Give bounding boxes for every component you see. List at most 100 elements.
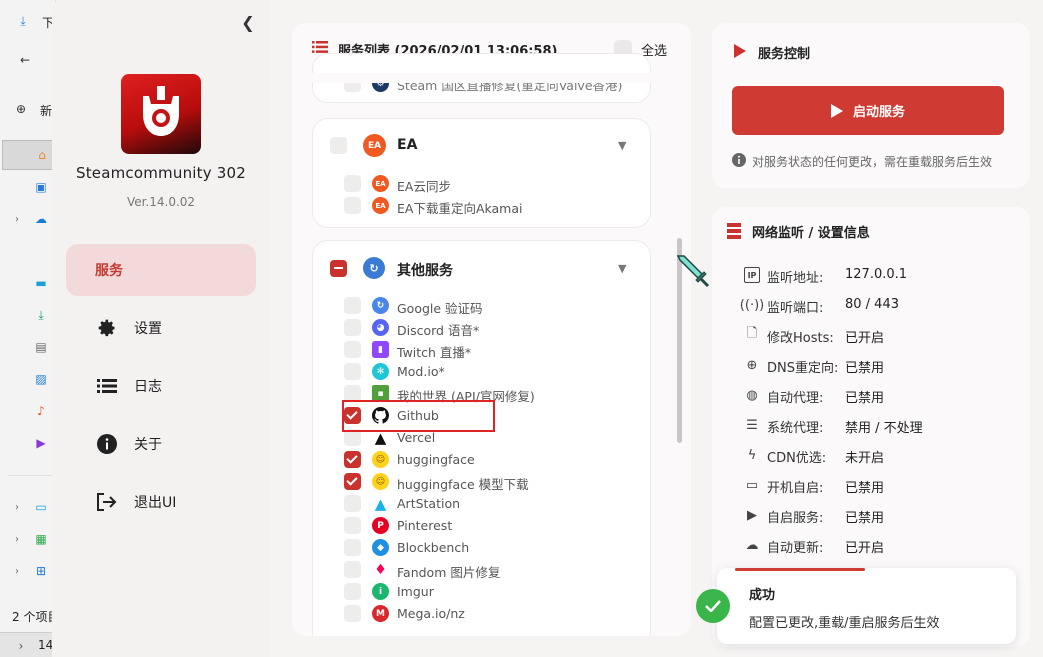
service-label: ArtStation [397,496,461,511]
info-key: 监听端口: [767,301,824,316]
desktop-icon[interactable]: ▬ [32,274,50,292]
service-checkbox[interactable] [344,319,361,336]
service-checkbox[interactable] [344,451,361,468]
service-checkbox[interactable] [344,495,361,512]
service-checkbox[interactable] [344,473,361,490]
info-key: 系统代理: [767,421,824,436]
list-fade [292,73,691,83]
ip-icon: IP [744,267,760,283]
toast-message: 配置已更改,重载/重启服务后生效 [749,616,940,631]
service-label: EA下载重定向Akamai [397,201,523,216]
nav-item-logs[interactable]: 日志 [66,360,256,412]
toast-title: 成功 [749,588,776,603]
info-value: 已禁用 [845,511,885,526]
exit-icon [96,491,118,513]
twitch-icon: ▮ [372,341,389,358]
service-checkbox[interactable] [344,197,361,214]
info-key: 自动代理: [767,391,824,406]
laptop-icon: ▭ [745,477,759,493]
service-checkbox[interactable] [344,341,361,358]
network-icon[interactable]: ⊞ [32,562,50,580]
nav-item-label: 日志 [134,379,162,395]
success-toast[interactable]: 成功 配置已更改,重载/重启服务后生效 [696,568,1016,644]
ea-icon: EA [372,197,389,214]
sword-cursor-icon [676,255,710,288]
start-service-button[interactable]: 启动服务 [732,86,1004,135]
nav-item-label: 设置 [134,321,162,337]
documents-icon[interactable]: ▤ [32,338,50,356]
ea-group-card: EA EA ▼ EA EA云同步 EA EA下载重定向Akamai [312,118,651,228]
service-label: huggingface [397,452,475,467]
group-checkbox[interactable] [330,137,347,154]
service-label: Fandom 图片修复 [397,565,501,580]
app-name: Steamcommunity 302 [75,164,247,182]
info-key: CDN优选: [767,451,827,466]
home-icon: ⌂ [38,148,46,162]
ea-icon: EA [363,134,386,157]
service-checkbox[interactable] [344,605,361,622]
discord-icon: ◕ [372,319,389,336]
chevron-right-icon[interactable]: › [12,637,30,655]
mega-icon: M [372,605,389,622]
service-checkbox[interactable] [344,561,361,578]
huggingface-icon: ☺ [372,451,389,468]
play-icon [830,103,843,118]
pictures-icon[interactable]: ▨ [32,370,50,388]
group-checkbox[interactable] [330,260,347,277]
explorer-taskbar: › 14 [0,632,56,657]
service-checkbox[interactable] [344,297,361,314]
nav-item-about[interactable]: 关于 [66,418,256,470]
service-label: Mod.io* [397,364,445,379]
network-info-title: 网络监听 / 设置信息 [752,226,870,241]
download-icon[interactable]: ⤓ [14,12,32,30]
expand-chevron-icon[interactable]: › [8,498,26,516]
service-label: Vercel [397,430,436,445]
service-checkbox[interactable] [344,539,361,556]
expand-chevron-icon[interactable]: › [8,530,26,548]
network-drive-icon[interactable]: ▦ [32,530,50,548]
app-version: Ver.14.0.02 [126,195,196,209]
group-title: 其他服务 [397,263,453,279]
toast-progress-bar [735,568,865,571]
app-logo [121,74,201,154]
service-label: Blockbench [397,540,470,555]
other-services-group-card: ↻ 其他服务 ▼ ↻ Google 验证码 ◕ Discord 语音* ▮ Tw… [312,240,651,636]
background-explorer: ⤓ 下 ← ⊕ 新 ⌂ ▣ › ☁ ▬ ⤓ ▤ ▨ ♪ ▶ › ▭ › ▦ › … [0,0,59,657]
nav-item-exit[interactable]: 退出UI [66,476,256,528]
info-value: 禁用 / 不处理 [845,421,923,436]
annotation-highlight-box [342,400,495,432]
onedrive-icon[interactable]: ☁ [32,210,50,228]
expand-chevron-icon[interactable]: › [8,562,26,580]
chevron-down-icon[interactable]: ▼ [618,139,626,152]
music-icon[interactable]: ♪ [32,402,50,420]
service-checkbox[interactable] [344,175,361,192]
service-checkbox[interactable] [344,517,361,534]
info-value: 已开启 [845,331,885,346]
server-icon [727,223,741,239]
explorer-home-selected[interactable]: ⌂ [2,140,54,170]
info-key: 开机自启: [767,481,824,496]
service-label: Imgur [397,584,434,599]
nav-item-settings[interactable]: 设置 [66,302,256,354]
expand-chevron-icon[interactable]: › [8,210,26,228]
info-key: 监听地址: [767,271,824,286]
nav-item-service[interactable]: 服务 [66,244,256,296]
this-pc-icon[interactable]: ▭ [32,498,50,516]
downloads-icon[interactable]: ⤓ [32,306,50,324]
new-icon[interactable]: ⊕ [12,100,30,118]
gallery-icon[interactable]: ▣ [32,178,50,196]
collapse-sidebar-chevron-icon[interactable]: ❮ [238,13,258,33]
dns-icon: ⊕ [746,357,758,373]
nav-item-label: 关于 [134,437,162,453]
back-arrow-icon[interactable]: ← [16,51,34,69]
info-value: 已禁用 [845,361,885,376]
explorer-new-label[interactable]: 新 [40,102,52,119]
service-checkbox[interactable] [344,583,361,600]
videos-icon[interactable]: ▶ [32,434,50,452]
ea-icon: EA [372,175,389,192]
service-control-panel: 服务控制 启动服务 对服务状态的任何更改，需在重载服务后生效 [712,23,1030,188]
service-checkbox[interactable] [344,363,361,380]
chevron-down-icon[interactable]: ▼ [618,262,626,275]
app-window: ❮ Steamcommunity 302 Ver.14.0.02 服务 设置 日… [52,0,1043,657]
cloud-icon: ☁ [745,537,759,553]
